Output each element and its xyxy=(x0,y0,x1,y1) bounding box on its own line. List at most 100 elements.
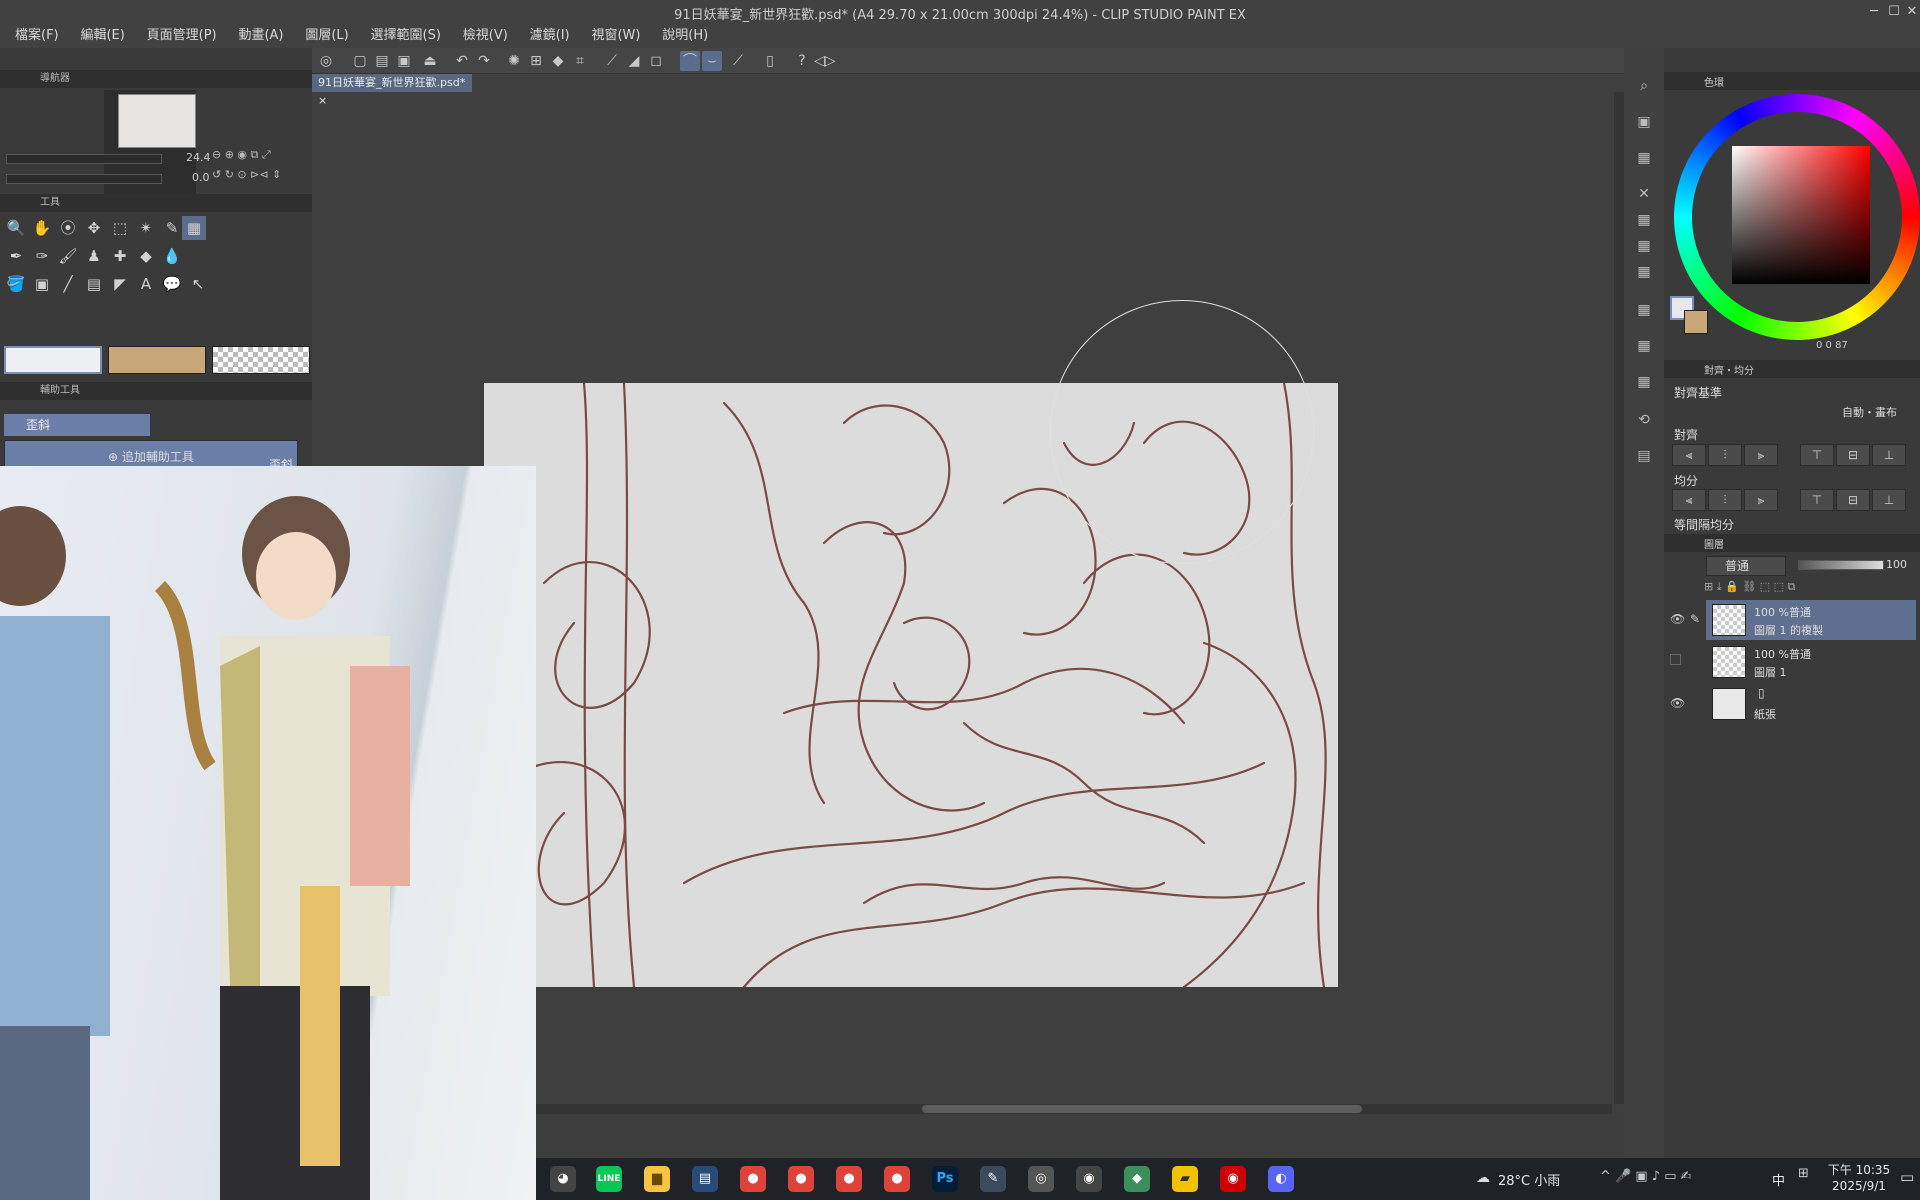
align-bottom-button[interactable]: ⊥ xyxy=(1872,444,1906,466)
stabilizer-icon[interactable]: ⌒ xyxy=(680,51,700,71)
layer-tab[interactable]: 圖層 xyxy=(1704,536,1724,551)
operation-tool-icon[interactable]: ⦿ xyxy=(56,216,80,240)
menu-animation[interactable]: 動畫(A) xyxy=(229,24,292,48)
material-icon[interactable]: ▦ xyxy=(1632,334,1656,358)
pen-pressure-icon[interactable]: ⟋ xyxy=(728,51,748,71)
align-basis-value[interactable]: 自動・畫布 xyxy=(1842,404,1897,420)
pencil-tool-icon[interactable]: ✑ xyxy=(30,244,54,268)
pen-edit-icon[interactable]: ✎ xyxy=(1690,612,1700,626)
hand-tool-icon[interactable]: ✋ xyxy=(30,216,54,240)
menu-file[interactable]: 檔案(F) xyxy=(6,24,68,48)
crop-icon[interactable]: ⌗ xyxy=(570,51,590,71)
menu-layer[interactable]: 圖層(L) xyxy=(296,24,357,48)
ruler-icon[interactable]: ⟋ xyxy=(602,51,622,71)
ime-indicator[interactable]: 中 xyxy=(1772,1170,1785,1189)
sub-color-chip[interactable] xyxy=(1684,310,1708,334)
menu-filter[interactable]: 濾鏡(I) xyxy=(521,24,579,48)
transform-tool-icon[interactable]: ▦ xyxy=(182,216,206,240)
horizontal-scrollbar[interactable] xyxy=(536,1104,1612,1114)
align-top-button[interactable]: ⊤ xyxy=(1800,444,1834,466)
layer-name[interactable]: 圖層 1 xyxy=(1754,664,1787,680)
layer-name[interactable]: 圖層 1 的複製 xyxy=(1754,622,1823,638)
layer-name[interactable]: 紙張 xyxy=(1754,706,1776,722)
opacity-value[interactable]: 100 xyxy=(1886,558,1907,571)
eye-icon[interactable]: 👁 xyxy=(1670,696,1685,710)
auto-select-tool-icon[interactable]: ✴ xyxy=(134,216,158,240)
close-button[interactable]: ✕ xyxy=(1902,2,1920,22)
device-icon[interactable]: ▯ xyxy=(760,51,780,71)
photoshop-icon[interactable]: Ps xyxy=(932,1166,958,1192)
maximize-button[interactable]: ☐ xyxy=(1884,2,1904,22)
new-file-icon[interactable]: ▢ xyxy=(350,51,370,71)
material-icon[interactable]: ▦ xyxy=(1632,208,1656,232)
ruler-icon[interactable]: ◻ xyxy=(646,51,666,71)
menu-selection[interactable]: 選擇範圍(S) xyxy=(362,24,450,48)
fill-icon[interactable]: ◆ xyxy=(548,51,568,71)
zoom-tool-icon[interactable]: 🔍 xyxy=(4,216,28,240)
discord-icon[interactable]: ◐ xyxy=(1268,1166,1294,1192)
material-icon[interactable]: ▦ xyxy=(1632,260,1656,284)
history-icon[interactable]: ⟲ xyxy=(1632,408,1656,432)
correct-line-tool-icon[interactable]: ↖ xyxy=(186,272,210,296)
distribute-bottom-button[interactable]: ⊥ xyxy=(1872,489,1906,511)
move-tool-icon[interactable]: ✥ xyxy=(82,216,106,240)
sub-view-icon[interactable]: ▦ xyxy=(1632,146,1656,170)
close-tab-icon[interactable]: × xyxy=(318,94,327,107)
folder-icon[interactable]: ▆ xyxy=(644,1166,670,1192)
export-icon[interactable]: ⏏ xyxy=(420,51,440,71)
system-tray-icons[interactable]: ^ 🎤 ▣ ♪ ▭ ✍ xyxy=(1600,1169,1692,1184)
menu-help[interactable]: 說明(H) xyxy=(653,24,717,48)
app-icon[interactable]: ▤ xyxy=(692,1166,718,1192)
app-icon[interactable]: ◉ xyxy=(1076,1166,1102,1192)
align-center-button[interactable]: ⫶ xyxy=(1708,444,1742,466)
chrome-icon[interactable]: ● xyxy=(788,1166,814,1192)
sticky-notes-icon[interactable]: ▰ xyxy=(1172,1166,1198,1192)
main-color-swatch[interactable] xyxy=(4,346,102,374)
animation-icon[interactable]: ▤ xyxy=(1632,444,1656,468)
line-tool-icon[interactable]: ╱ xyxy=(56,272,80,296)
app-icon[interactable]: ◕ xyxy=(550,1166,576,1192)
zoom-controls[interactable]: ⊖ ⊕ ◉ ⧉ ⤢ xyxy=(212,148,271,162)
material-icon[interactable]: ▦ xyxy=(1632,234,1656,258)
color-wheel[interactable] xyxy=(1674,94,1920,340)
text-tool-icon[interactable]: A xyxy=(134,272,158,296)
material-icon[interactable]: ▣ xyxy=(1632,110,1656,134)
ime-icon[interactable]: ⊞ xyxy=(1798,1166,1809,1181)
layer-row[interactable]: ▯ 紙張 xyxy=(1706,684,1916,724)
align-middle-button[interactable]: ⊟ xyxy=(1836,444,1870,466)
rotate-controls[interactable]: ↺ ↻ ⊙ ⊳⊲ ⇕ xyxy=(212,168,281,181)
selection-tool-icon[interactable]: ⬚ xyxy=(108,216,132,240)
eyedropper-tool-icon[interactable]: ✎ xyxy=(160,216,184,240)
vertical-scrollbar[interactable] xyxy=(1614,92,1624,1104)
chrome-icon[interactable]: ● xyxy=(740,1166,766,1192)
distribute-middle-button[interactable]: ⊟ xyxy=(1836,489,1870,511)
airbrush-tool-icon[interactable]: ♟ xyxy=(82,244,106,268)
app-icon[interactable]: ◆ xyxy=(1124,1166,1150,1192)
weather-icon[interactable]: ☁ xyxy=(1476,1170,1490,1186)
clock-date[interactable]: 2025/9/1 xyxy=(1824,1179,1894,1193)
distribute-top-button[interactable]: ⊤ xyxy=(1800,489,1834,511)
eraser-tool-icon[interactable]: ◆ xyxy=(134,244,158,268)
align-left-button[interactable]: ⫷ xyxy=(1672,444,1706,466)
blend-tool-icon[interactable]: 💧 xyxy=(160,244,184,268)
ruler-tool-icon[interactable]: ◤ xyxy=(108,272,132,296)
distribute-center-button[interactable]: ⫶ xyxy=(1708,489,1742,511)
add-subtool-button[interactable]: ⊕ 追加輔助工具 xyxy=(108,448,194,465)
layer-row[interactable]: 100 %普通 圖層 1 xyxy=(1706,642,1916,682)
chrome-icon[interactable]: ● xyxy=(884,1166,910,1192)
eye-icon[interactable]: 👁 xyxy=(1670,612,1685,626)
menu-page[interactable]: 頁面管理(P) xyxy=(138,24,226,48)
distribute-right-button[interactable]: ⫸ xyxy=(1744,489,1778,511)
material-icon[interactable]: ▦ xyxy=(1632,298,1656,322)
clip-studio-icon[interactable]: ◎ xyxy=(316,51,336,71)
subtool-group-tab[interactable]: 歪斜 xyxy=(4,414,150,436)
redo-icon[interactable]: ↷ xyxy=(474,51,494,71)
help-icon[interactable]: ? xyxy=(792,51,812,71)
weather-text[interactable]: 28°C 小雨 xyxy=(1498,1170,1560,1189)
pen-tool-icon[interactable]: ✒ xyxy=(4,244,28,268)
gradient-tool-icon[interactable]: ▣ xyxy=(30,272,54,296)
distribute-left-button[interactable]: ⫷ xyxy=(1672,489,1706,511)
document-tab[interactable]: 91日妖華宴_新世界狂歡.psd* × xyxy=(312,74,472,107)
equal-spacing-label[interactable]: 等間隔均分 xyxy=(1674,516,1734,533)
app-icon[interactable]: ◎ xyxy=(1028,1166,1054,1192)
